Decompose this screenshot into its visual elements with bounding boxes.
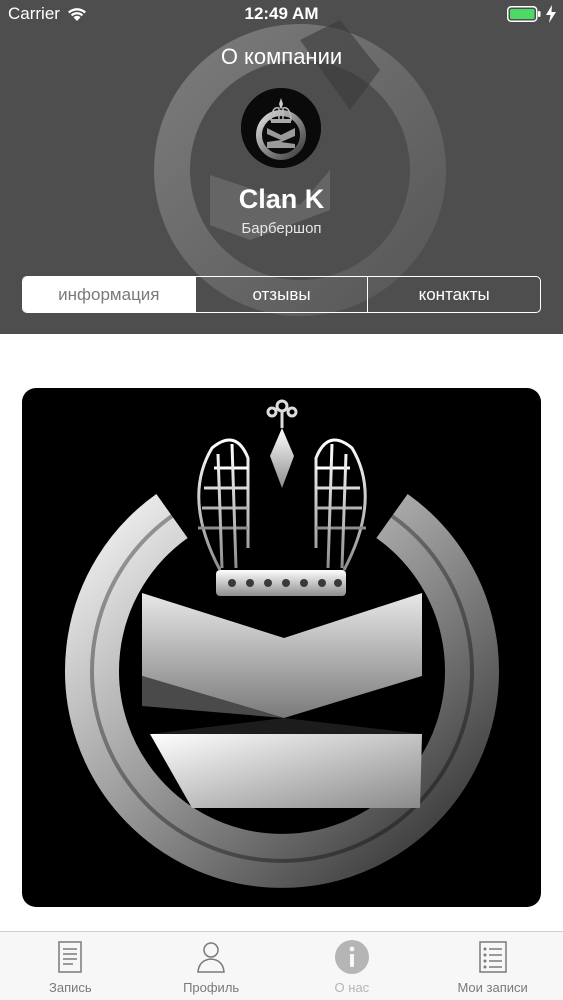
tab-booking[interactable]: Запись (0, 932, 141, 1000)
company-category: Барбершоп (241, 220, 322, 237)
bolt-icon (546, 5, 556, 23)
tab-about[interactable]: О нас (282, 932, 423, 1000)
clan-k-logo-icon (241, 88, 321, 168)
company-name: Clan K (238, 184, 325, 214)
tab-about-label: О нас (334, 980, 370, 995)
company-header: Carrier 12:49 AM О компании Clan K Барбе… (0, 0, 563, 334)
tab-my-bookings[interactable]: Мои записи (422, 932, 563, 1000)
info-icon (334, 940, 369, 974)
tab-bar: Запись Профиль О нас Мои записи (0, 931, 563, 1000)
person-icon (197, 942, 225, 973)
segment-info[interactable]: информация (23, 277, 195, 312)
company-avatar (241, 88, 321, 168)
segment-reviews[interactable]: отзывы (194, 277, 368, 312)
list-icon (478, 941, 507, 973)
status-bar: Carrier 12:49 AM (0, 0, 563, 30)
battery-full-icon (507, 6, 541, 22)
segment-contacts[interactable]: контакты (367, 277, 540, 312)
segmented-control: информация отзывы контакты (22, 276, 541, 313)
tab-booking-label: Запись (49, 980, 92, 995)
tab-profile-label: Профиль (183, 980, 240, 995)
clan-k-crown-logo (65, 399, 499, 888)
page-title: О компании (220, 44, 343, 69)
tab-profile[interactable]: Профиль (141, 932, 282, 1000)
company-logo-image (22, 388, 541, 907)
tab-my-bookings-label: Мои записи (457, 980, 528, 995)
document-icon (58, 941, 83, 973)
clock: 12:49 AM (244, 4, 319, 23)
